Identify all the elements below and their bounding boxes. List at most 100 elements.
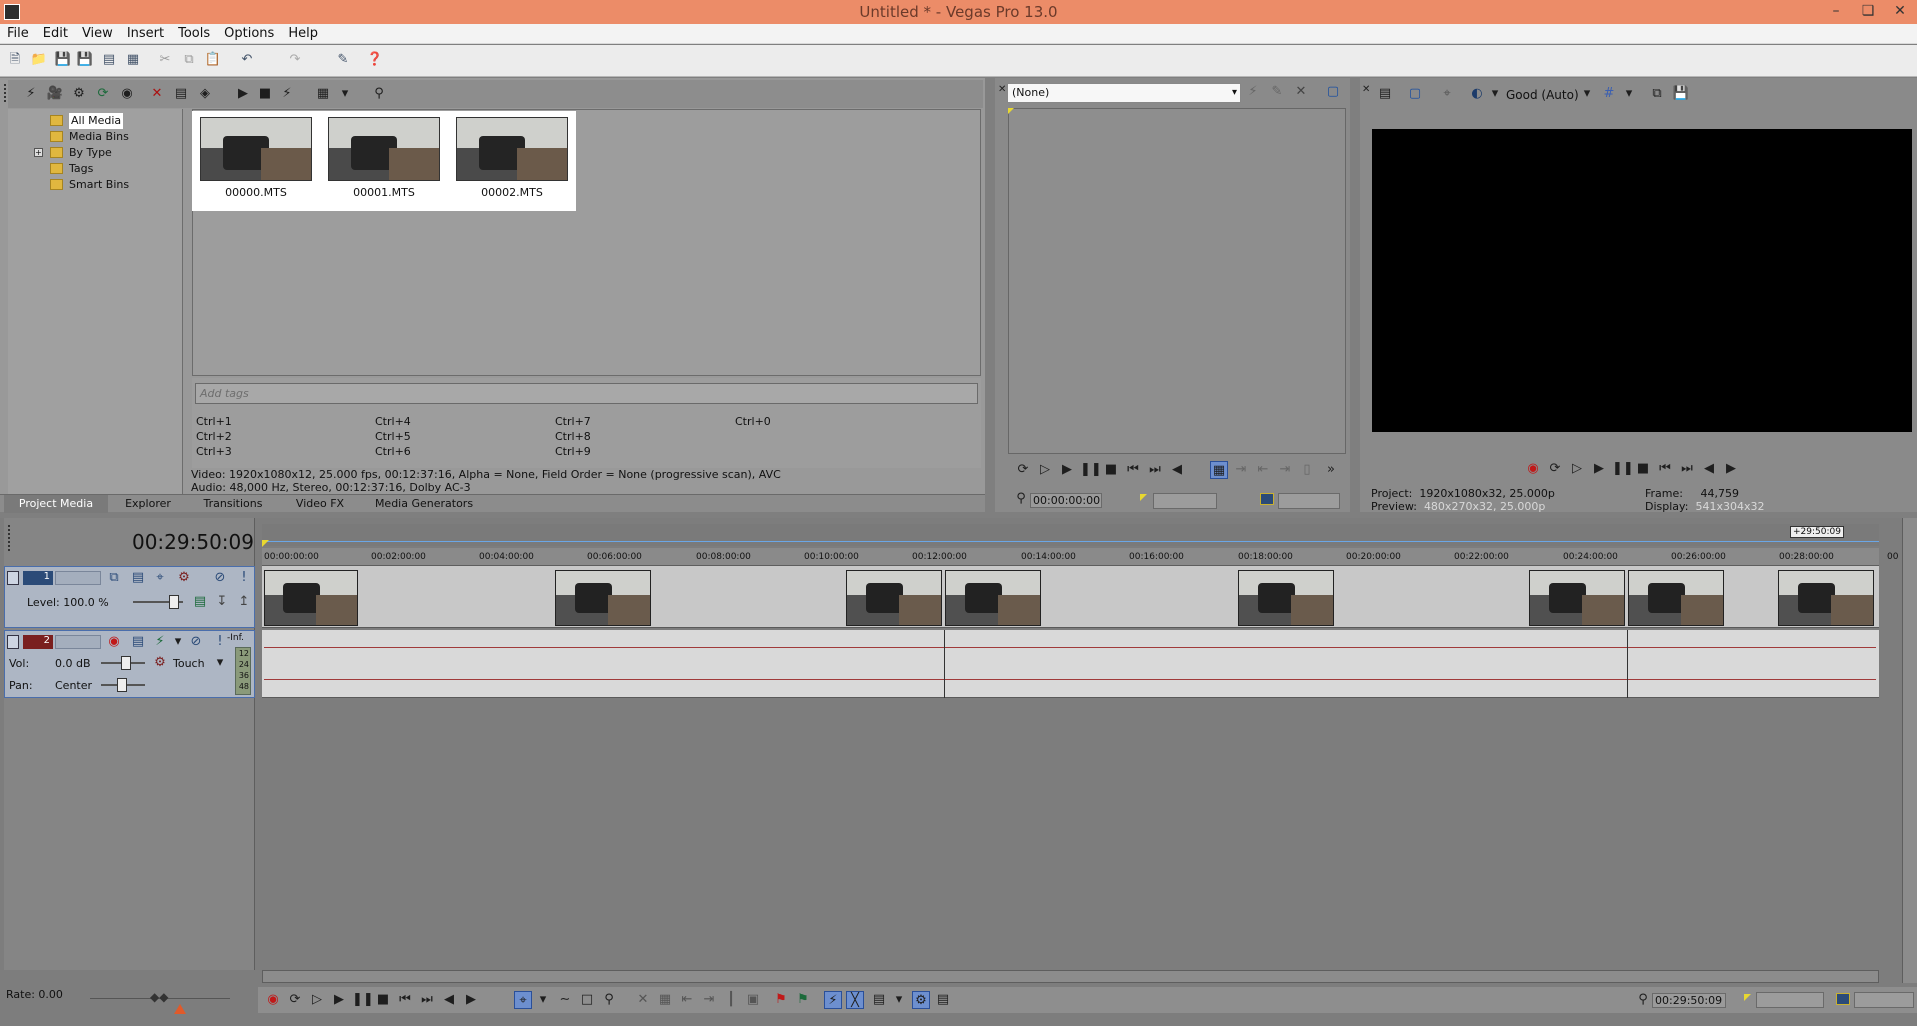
previous-frame-icon[interactable]: ◀ [1700, 460, 1718, 478]
stop-icon[interactable]: ■ [1634, 460, 1652, 478]
overlays-dropdown-icon[interactable]: ▾ [1620, 85, 1638, 103]
timeline-vertical-scrollbar[interactable] [1902, 518, 1917, 983]
new-icon[interactable]: 🗎 [6, 51, 24, 69]
tab-media-generators[interactable]: Media Generators [362, 495, 486, 513]
media-thumbnail[interactable] [200, 117, 312, 181]
maximize-button[interactable]: ❏ [1852, 0, 1884, 24]
selection-start-field[interactable] [1153, 493, 1217, 509]
video-preview-screen[interactable] [1372, 129, 1912, 432]
video-clip[interactable] [1628, 570, 1724, 626]
trimmer-mode-icon[interactable]: ▦ [1210, 461, 1228, 479]
go-to-start-icon[interactable]: ⏮ [1124, 461, 1142, 479]
paste-icon[interactable]: 📋 [204, 51, 222, 69]
save-snapshot-icon[interactable]: 💾 [1672, 85, 1690, 103]
mute-icon[interactable]: ⊘ [187, 633, 205, 651]
tag-shortcut[interactable]: Ctrl+4 [375, 415, 411, 428]
add-to-timeline-icon[interactable]: ⇥ [1232, 461, 1250, 479]
trim-start-icon[interactable]: ⇤ [678, 991, 696, 1009]
trimmer-monitor-icon[interactable]: ▢ [1324, 83, 1342, 101]
audio-fx-icon[interactable]: ▤ [129, 633, 147, 651]
trim-end-icon[interactable]: ⇥ [700, 991, 718, 1009]
time-ruler[interactable]: 00:00:00:00 00:02:00:00 00:04:00:00 00:0… [262, 548, 1898, 566]
go-to-end-icon[interactable]: ⏭ [1678, 460, 1696, 478]
auto-crossfades-icon[interactable]: ╳ [846, 991, 864, 1009]
menu-file[interactable]: File [0, 24, 36, 44]
track-fx-icon[interactable]: ▤ [129, 569, 147, 587]
add-region-icon[interactable]: ⚡ [1244, 83, 1262, 101]
stop-icon[interactable]: ■ [374, 991, 392, 1009]
panel-grip[interactable] [4, 84, 8, 102]
audio-track-header[interactable]: 2 ◉ ▤ ⚡ ▾ ⊘ ! -Inf. 12 24 36 48 Vol: 0.0… [4, 630, 255, 698]
insert-marker-icon[interactable]: ⚑ [772, 991, 790, 1009]
edit-tool-dropdown-icon[interactable]: ▾ [534, 991, 552, 1009]
track-minimize-icon[interactable] [7, 571, 19, 585]
fx-dropdown-icon[interactable]: ▾ [169, 633, 187, 651]
tag-shortcut[interactable]: Ctrl+8 [555, 430, 591, 443]
open-icon[interactable]: 📁 [30, 51, 48, 69]
properties-icon[interactable]: ▦ [124, 51, 142, 69]
minimize-button[interactable]: – [1820, 0, 1852, 24]
compositing-mode-icon[interactable]: ⌖ [151, 569, 169, 587]
lock-envelopes-icon[interactable]: ⚙ [912, 991, 930, 1009]
video-clip[interactable] [1778, 570, 1874, 626]
trimmer-view[interactable] [1008, 108, 1346, 454]
video-clip[interactable] [1529, 570, 1625, 626]
make-compositing-parent-icon[interactable]: ↥ [235, 593, 253, 611]
rate-slider-thumb[interactable]: ◆◆ [150, 990, 168, 1004]
automation-settings-icon[interactable]: ⚙ [175, 569, 193, 587]
media-fx-icon[interactable]: ◈ [196, 85, 214, 103]
menu-help[interactable]: Help [281, 24, 325, 44]
import-media-icon[interactable]: ⚡ [22, 85, 40, 103]
arm-for-record-icon[interactable]: ◉ [105, 633, 123, 651]
undo-icon[interactable]: ↶ [238, 51, 256, 69]
clip-boundary[interactable] [1627, 630, 1628, 698]
go-to-start-icon[interactable]: ⏮ [396, 991, 414, 1009]
cut-icon[interactable]: ✂ [156, 51, 174, 69]
menu-insert[interactable]: Insert [120, 24, 171, 44]
auto-ripple-icon[interactable]: ▤ [870, 991, 888, 1009]
media-thumbnail[interactable] [456, 117, 568, 181]
expand-icon[interactable]: + [34, 148, 43, 157]
refresh-icon[interactable]: ⟳ [94, 85, 112, 103]
selection-length-field[interactable] [1854, 992, 1914, 1008]
save-icon[interactable]: 💾 [54, 51, 72, 69]
selection-length-field[interactable] [1278, 493, 1340, 509]
views-icon[interactable]: ▦ [314, 85, 332, 103]
play-icon[interactable]: ▶ [1590, 460, 1608, 478]
timeline-horizontal-scrollbar[interactable] [262, 970, 1879, 983]
next-frame-icon[interactable]: ▶ [1722, 460, 1740, 478]
close-button[interactable]: ✕ [1884, 0, 1916, 24]
make-compositing-child-icon[interactable]: ↧ [213, 593, 231, 611]
app-icon[interactable] [4, 4, 20, 20]
video-clip[interactable] [846, 570, 942, 626]
play-icon[interactable]: ▶ [1058, 461, 1076, 479]
pause-icon[interactable]: ❚❚ [352, 991, 374, 1009]
timeline-grip[interactable] [8, 525, 12, 551]
trimmer-timecode[interactable]: 00:00:00:00 [1030, 493, 1102, 508]
preview-properties-icon[interactable]: ▤ [1376, 85, 1394, 103]
tag-shortcut[interactable]: Ctrl+1 [196, 415, 232, 428]
add-after-icon[interactable]: ⇥ [1276, 461, 1294, 479]
menu-edit[interactable]: Edit [36, 24, 75, 44]
copy-icon[interactable]: ⧉ [180, 51, 198, 69]
automation-mode-dropdown-icon[interactable]: ▾ [211, 654, 229, 672]
trim-icon[interactable]: ▦ [656, 991, 674, 1009]
enable-snapping-icon[interactable]: ✎ [334, 51, 352, 69]
add-marker-icon[interactable]: ✎ [1268, 83, 1286, 101]
menu-options[interactable]: Options [217, 24, 281, 44]
solo-icon[interactable]: ! [235, 569, 253, 587]
loop-icon[interactable]: ⟳ [1546, 460, 1564, 478]
menu-view[interactable]: View [75, 24, 120, 44]
record-icon[interactable]: ◉ [1524, 460, 1542, 478]
video-clip[interactable] [945, 570, 1041, 626]
ignore-event-grouping-icon[interactable]: ▤ [934, 991, 952, 1009]
add-tags-input[interactable]: Add tags [195, 383, 978, 404]
audio-track-name[interactable] [55, 635, 101, 649]
clear-history-icon[interactable]: ✕ [1292, 83, 1310, 101]
video-clip[interactable] [1238, 570, 1334, 626]
insert-region-icon[interactable]: ⚑ [794, 991, 812, 1009]
external-monitor-icon[interactable]: ▢ [1406, 85, 1424, 103]
automation-settings-icon[interactable]: ⚙ [151, 654, 169, 672]
video-fx-icon[interactable]: ⌖ [1438, 85, 1456, 103]
cursor-timecode[interactable]: 00:29:50:09 [1652, 993, 1726, 1008]
